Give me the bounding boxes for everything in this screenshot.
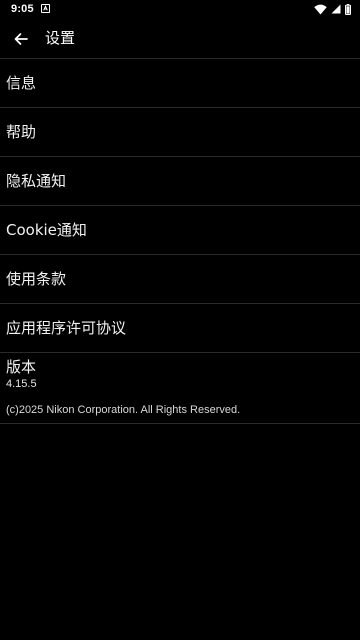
- wifi-icon: [314, 4, 327, 14]
- settings-item-label: 隐私通知: [6, 172, 67, 190]
- version-label: 版本: [6, 358, 37, 376]
- settings-item-label: Cookie通知: [6, 221, 87, 239]
- settings-item-info[interactable]: 信息: [0, 59, 360, 108]
- settings-item-label: 帮助: [6, 123, 37, 141]
- settings-item-terms-of-use[interactable]: 使用条款: [0, 255, 360, 304]
- app-bar: 设置: [0, 18, 360, 58]
- notification-icon: [41, 4, 50, 13]
- signal-icon: [331, 4, 341, 14]
- settings-item-help[interactable]: 帮助: [0, 108, 360, 157]
- settings-item-label: 使用条款: [6, 270, 67, 288]
- copyright-text: (c)2025 Nikon Corporation. All Rights Re…: [6, 404, 241, 416]
- status-time: 9:05: [11, 3, 34, 15]
- version-number: 4.15.5: [6, 378, 37, 390]
- page-title: 设置: [45, 29, 76, 47]
- version-section: 版本 4.15.5 (c)2025 Nikon Corporation. All…: [0, 353, 360, 424]
- battery-icon: [345, 3, 351, 15]
- settings-item-label: 信息: [6, 74, 37, 92]
- settings-item-privacy-notice[interactable]: 隐私通知: [0, 157, 360, 206]
- back-button[interactable]: [8, 26, 34, 52]
- status-bar: 9:05: [0, 0, 360, 18]
- settings-list: 信息 帮助 隐私通知 Cookie通知 使用条款 应用程序许可协议 版本 4.1…: [0, 59, 360, 424]
- settings-item-cookie-notice[interactable]: Cookie通知: [0, 206, 360, 255]
- settings-item-license-agreement[interactable]: 应用程序许可协议: [0, 304, 360, 353]
- settings-item-label: 应用程序许可协议: [6, 319, 127, 337]
- status-icons: [314, 3, 351, 15]
- arrow-back-icon: [14, 33, 28, 45]
